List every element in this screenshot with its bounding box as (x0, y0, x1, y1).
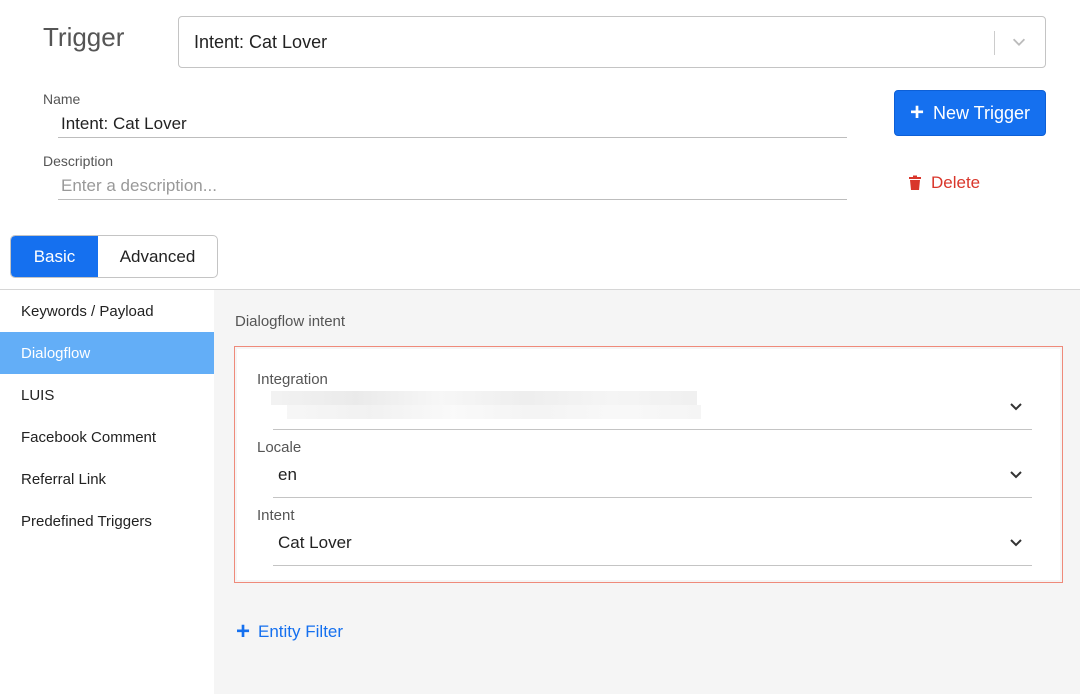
intent-label: Intent (257, 507, 295, 524)
section-title: Dialogflow intent (235, 313, 346, 330)
plus-icon: + (236, 618, 251, 645)
sidebar-item-facebook-comment[interactable]: Facebook Comment (0, 416, 214, 458)
integration-label: Integration (257, 371, 328, 388)
name-input[interactable] (58, 110, 847, 138)
mode-tabs: Basic Advanced (10, 235, 218, 278)
sidebar: Keywords / Payload Dialogflow LUIS Faceb… (0, 290, 214, 694)
trash-icon (909, 175, 921, 190)
sidebar-item-luis[interactable]: LUIS (0, 374, 214, 416)
redacted-value (271, 391, 697, 405)
new-trigger-label: New Trigger (932, 102, 1031, 123)
plus-icon: + (909, 99, 924, 126)
tab-basic[interactable]: Basic (11, 236, 98, 277)
main-panel: Dialogflow intent Integration Locale en … (214, 290, 1080, 694)
chevron-down-icon[interactable] (1008, 467, 1024, 483)
chevron-down-icon[interactable] (1008, 535, 1024, 551)
sidebar-item-predefined-triggers[interactable]: Predefined Triggers (0, 500, 214, 542)
description-label: Description (43, 153, 114, 169)
sidebar-item-referral-link[interactable]: Referral Link (0, 458, 214, 500)
select-separator (994, 31, 995, 55)
delete-button[interactable]: Delete (907, 173, 980, 193)
trigger-select-value: Intent: Cat Lover (194, 32, 328, 52)
sidebar-item-dialogflow[interactable]: Dialogflow (0, 332, 214, 374)
locale-underline (273, 497, 1032, 498)
dialogflow-card: Integration Locale en Intent Cat Lover (234, 346, 1063, 583)
description-input[interactable] (58, 172, 847, 200)
locale-label: Locale (257, 439, 302, 456)
integration-select[interactable] (271, 387, 1031, 429)
entity-filter-button[interactable]: + Entity Filter (236, 620, 343, 644)
trigger-title: Trigger (43, 22, 125, 52)
entity-filter-label: Entity Filter (258, 622, 344, 641)
sidebar-item-keywords-payload[interactable]: Keywords / Payload (0, 290, 214, 332)
redacted-value (287, 405, 701, 419)
intent-underline (273, 565, 1032, 566)
new-trigger-button[interactable]: + New Trigger (894, 90, 1046, 136)
chevron-down-icon[interactable] (1008, 399, 1024, 415)
tab-advanced[interactable]: Advanced (98, 236, 217, 277)
intent-select[interactable]: Cat Lover (278, 533, 352, 553)
name-label: Name (43, 91, 81, 107)
trigger-select[interactable]: Intent: Cat Lover (178, 16, 1046, 68)
locale-select[interactable]: en (278, 465, 297, 485)
integration-underline (273, 429, 1032, 430)
chevron-down-icon[interactable] (1010, 33, 1028, 51)
delete-label: Delete (931, 173, 981, 192)
